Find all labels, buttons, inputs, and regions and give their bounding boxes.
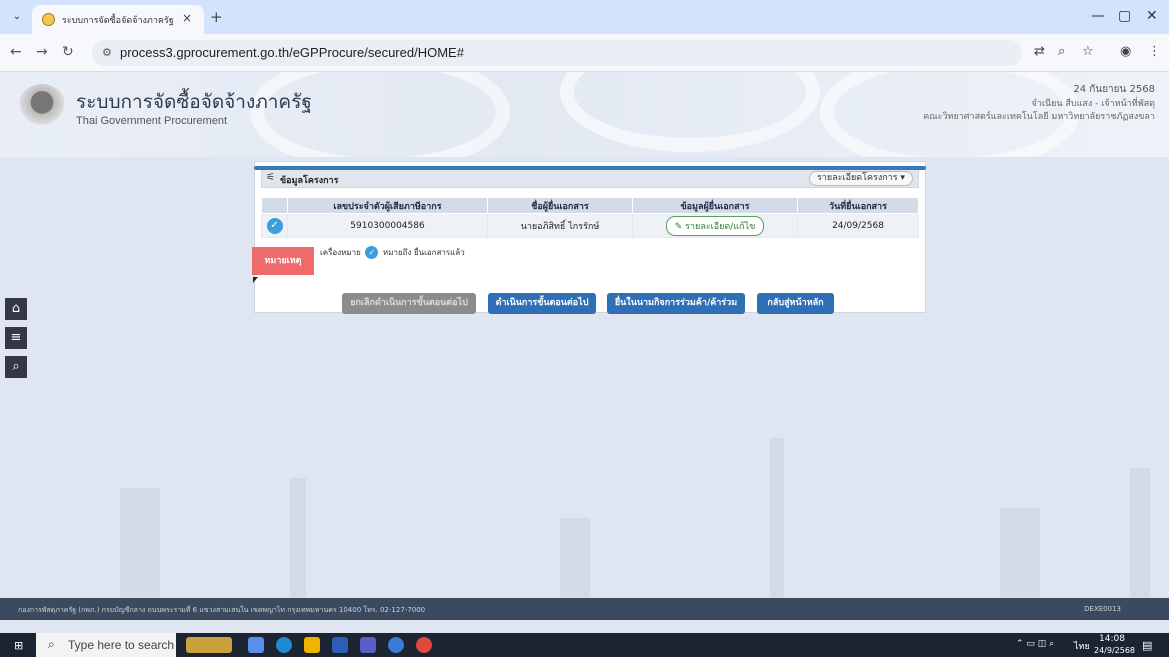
submitter-table: เลขประจำตัวผู้เสียภาษีอากร ชื่อผู้ยื่นเอ… [261, 197, 919, 238]
current-date: 24 กันยายน 2568 [1073, 84, 1155, 95]
detail-edit-button[interactable]: ✎ รายละเอียด/แก้ไข [665, 215, 765, 236]
header-decoration [560, 72, 820, 152]
user-organization: คณะวิทยาศาสตร์และเทคโนโลยี มหาวิทยาลัยรา… [923, 112, 1155, 122]
teams-icon[interactable] [360, 637, 376, 653]
menu-icon[interactable]: ≡ [5, 327, 27, 349]
panel-header: ⚟ ข้อมูลโครงการ รายละเอียดโครงการ ▾ [261, 168, 919, 188]
table-header-detail: ข้อมูลผู้ยื่นเอกสาร [632, 197, 798, 214]
search-icon[interactable]: ⌕ [5, 356, 27, 378]
site-title: ระบบการจัดซื้อจัดจ้างภาครัฐ [76, 91, 312, 113]
skyline-decoration [1130, 468, 1150, 598]
back-icon[interactable]: ← [10, 44, 22, 60]
legend-check-icon: ✓ [365, 246, 379, 259]
new-tab-icon[interactable]: + [210, 8, 223, 26]
joint-venture-button[interactable]: ยื่นในนามกิจการร่วมค้า/ค้าร่วม [607, 293, 745, 314]
legend-suffix: หมายถึง ยื่นเอกสารแล้ว [382, 248, 465, 257]
translate-icon[interactable]: ⇄ [1034, 44, 1045, 59]
table-header-check [261, 197, 288, 214]
cancel-next-step-button[interactable]: ยกเลิกดำเนินการขั้นตอนต่อไป [342, 293, 476, 314]
project-details-dropdown[interactable]: รายละเอียดโครงการ ▾ [809, 171, 913, 186]
browser-tab[interactable]: ระบบการจัดซื้อจัดจ้างภาครัฐ × [32, 5, 204, 34]
clock-date[interactable]: 24/9/2568 [1094, 646, 1135, 655]
back-to-home-button[interactable]: กลับสู่หน้าหลัก [757, 293, 834, 314]
table-header-date: วันที่ยื่นเอกสาร [797, 197, 919, 214]
copilot-icon[interactable] [248, 637, 264, 653]
legend-prefix: เครื่องหมาย [320, 248, 361, 257]
site-info-icon[interactable]: ⚙ [102, 46, 112, 59]
row-status-cell: ✓ [261, 213, 288, 238]
taskbar-search-icon: ⌕ [48, 637, 55, 651]
tray-icons[interactable]: ⌃ ▭ ◫ ⌕ [1016, 639, 1054, 649]
skyline-decoration [1000, 508, 1040, 598]
skyline-decoration [290, 478, 306, 598]
skyline-decoration [770, 438, 784, 598]
widget-icon[interactable] [186, 637, 232, 653]
windows-taskbar: ⊞ ⌕ Type here to search ⌃ ▭ ◫ ⌕ ไทย 14:0… [0, 633, 1169, 657]
url-text: process3.gprocurement.go.th/eGPProcure/s… [120, 45, 464, 60]
file-explorer-icon[interactable] [304, 637, 320, 653]
table-header-row: เลขประจำตัวผู้เสียภาษีอากร ชื่อผู้ยื่นเอ… [261, 197, 919, 214]
row-detail-cell: ✎ รายละเอียด/แก้ไข [632, 213, 798, 238]
input-language[interactable]: ไทย [1074, 639, 1090, 653]
table-row: ✓ 5910300004586 นายอภิสิทธิ์ ไกรรักษ์ ✎ … [261, 213, 919, 238]
address-bar[interactable]: ⚙ process3.gprocurement.go.th/eGPProcure… [92, 40, 1022, 66]
forward-icon[interactable]: → [36, 44, 48, 60]
edge-icon[interactable] [276, 637, 292, 653]
word-icon[interactable] [332, 637, 348, 653]
zoom-icon[interactable]: ⌕ [1058, 44, 1065, 59]
next-step-button[interactable]: ดำเนินการขั้นตอนต่อไป [488, 293, 596, 314]
detail-edit-label: รายละเอียด/แก้ไข [685, 221, 756, 232]
windows-start-icon[interactable]: ⊞ [14, 639, 23, 652]
reload-icon[interactable]: ↻ [62, 44, 74, 60]
skyline-decoration [120, 488, 160, 598]
footer-code: DEXE0013 [1084, 605, 1121, 613]
taskbar-search-placeholder: Type here to search [68, 638, 175, 652]
garuda-logo [18, 84, 66, 130]
maximize-icon[interactable]: ▢ [1118, 8, 1131, 24]
close-window-icon[interactable]: ✕ [1146, 8, 1158, 24]
notification-icon[interactable]: ▤ [1142, 639, 1152, 652]
home-icon[interactable]: ⌂ [5, 298, 27, 320]
project-details-dropdown-label: รายละเอียดโครงการ [817, 173, 898, 183]
taskbar-search[interactable]: ⌕ Type here to search [36, 633, 176, 657]
row-tax-id: 5910300004586 [287, 213, 488, 238]
minimize-icon[interactable]: — [1091, 8, 1105, 24]
footer-address: กองการพัสดุภาครัฐ (กพภ.) กรมบัญชีกลาง ถน… [18, 606, 426, 614]
site-favicon-icon [42, 13, 55, 26]
profile-icon[interactable]: ◉ [1120, 44, 1131, 59]
legend: เครื่องหมาย ✓ หมายถึง ยื่นเอกสารแล้ว [320, 246, 465, 259]
panel-title: ข้อมูลโครงการ [280, 176, 339, 186]
page-footer: กองการพัสดุภาครัฐ (กพภ.) กรมบัญชีกลาง ถน… [0, 598, 1169, 620]
accent-bar [254, 166, 926, 170]
site-subtitle: Thai Government Procurement [76, 115, 228, 127]
app-icon[interactable] [388, 637, 404, 653]
address-row: ← → ↻ ⚙ process3.gprocurement.go.th/eGPP… [0, 34, 1169, 72]
table-header-tax-id: เลขประจำตัวผู้เสียภาษีอากร [287, 197, 488, 214]
table-header-name: ชื่อผู้ยื่นเอกสาร [487, 197, 633, 214]
clock-time[interactable]: 14:08 [1099, 634, 1125, 644]
tab-search-icon[interactable]: ⌄ [8, 8, 26, 26]
skyline-decoration [560, 518, 590, 598]
settings-sliders-icon: ⚟ [266, 172, 275, 183]
tab-title: ระบบการจัดซื้อจัดจ้างภาครัฐ [62, 16, 174, 26]
user-name: จำเนียน สืบแสง - เจ้าหน้าที่พัสดุ [1031, 99, 1155, 109]
site-header: ระบบการจัดซื้อจัดจ้างภาครัฐ Thai Governm… [0, 72, 1169, 157]
note-tag: หมายเหตุ [252, 247, 314, 283]
project-panel: ⚟ ข้อมูลโครงการ รายละเอียดโครงการ ▾ เลขป… [254, 161, 926, 313]
more-menu-icon[interactable]: ⋮ [1148, 44, 1161, 59]
browser-tab-bar: ⌄ ระบบการจัดซื้อจัดจ้างภาครัฐ × + — ▢ ✕ [0, 0, 1169, 34]
submitted-check-icon: ✓ [266, 217, 283, 234]
chrome-icon[interactable] [416, 637, 432, 653]
close-tab-icon[interactable]: × [182, 11, 192, 25]
bookmark-star-icon[interactable]: ☆ [1082, 44, 1094, 59]
row-date: 24/09/2568 [797, 213, 919, 238]
row-name: นายอภิสิทธิ์ ไกรรักษ์ [487, 213, 633, 238]
